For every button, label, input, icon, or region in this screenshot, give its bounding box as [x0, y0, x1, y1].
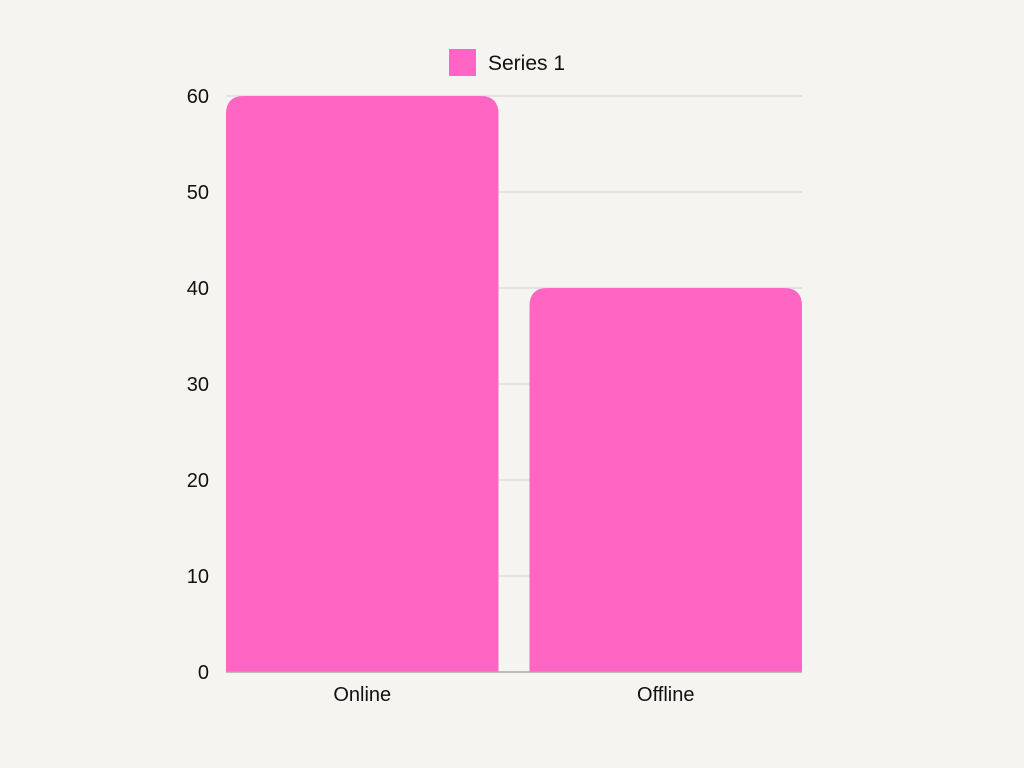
- y-tick-label: 0: [198, 662, 209, 684]
- y-tick-label: 10: [187, 566, 209, 588]
- y-tick-label: 40: [187, 278, 209, 300]
- y-tick-label: 30: [187, 374, 209, 396]
- bar-online: [226, 96, 499, 672]
- x-tick-label: Offline: [637, 684, 694, 706]
- y-tick-label: 60: [187, 86, 209, 108]
- bar-chart: 0 10 20 30 40 50 60 Online Offline Series 1: [187, 49, 802, 706]
- legend-swatch: [449, 49, 476, 76]
- bar-offline: [529, 288, 802, 672]
- legend-label: Series 1: [488, 52, 565, 75]
- chart-container: 0 10 20 30 40 50 60 Online Offline Series 1: [0, 0, 1024, 768]
- y-tick-label: 50: [187, 182, 209, 204]
- y-tick-label: 20: [187, 470, 209, 492]
- legend: Series 1: [449, 49, 565, 76]
- x-tick-label: Online: [333, 684, 391, 706]
